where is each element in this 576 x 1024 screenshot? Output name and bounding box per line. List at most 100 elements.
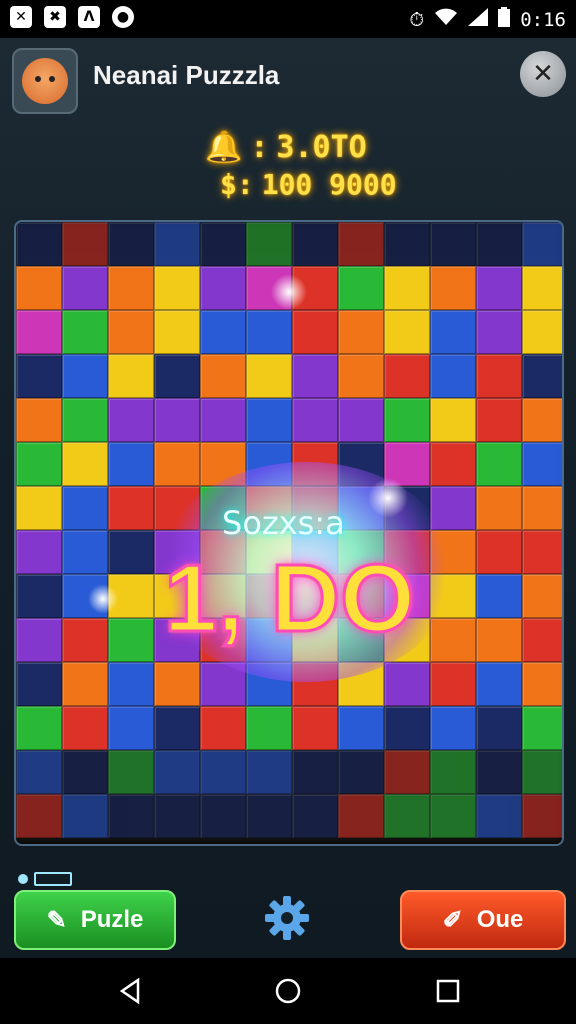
puzzle-piece[interactable] (476, 310, 522, 354)
puzzle-piece[interactable] (246, 794, 292, 838)
puzzle-piece[interactable] (62, 530, 108, 574)
recents-icon[interactable] (433, 976, 463, 1006)
puzzle-piece[interactable] (338, 354, 384, 398)
puzzle-piece[interactable] (62, 618, 108, 662)
puzzle-piece[interactable] (292, 354, 338, 398)
home-icon[interactable] (273, 976, 303, 1006)
close-button[interactable]: ✕ (520, 51, 566, 97)
puzzle-piece[interactable] (246, 310, 292, 354)
puzzle-piece[interactable] (384, 794, 430, 838)
puzzle-piece[interactable] (62, 398, 108, 442)
puzzle-piece[interactable] (16, 486, 62, 530)
puzzle-piece[interactable] (62, 750, 108, 794)
puzzle-piece[interactable] (154, 354, 200, 398)
puzzle-piece[interactable] (16, 530, 62, 574)
puzzle-piece[interactable] (62, 266, 108, 310)
puzzle-piece[interactable] (16, 222, 62, 266)
puzzle-piece[interactable] (430, 354, 476, 398)
puzzle-piece[interactable] (292, 222, 338, 266)
puzzle-piece[interactable] (16, 618, 62, 662)
puzzle-piece[interactable] (246, 354, 292, 398)
puzzle-piece[interactable] (108, 310, 154, 354)
puzzle-piece[interactable] (522, 354, 562, 398)
puzzle-piece[interactable] (62, 222, 108, 266)
puzzle-piece[interactable] (16, 266, 62, 310)
puzzle-piece[interactable] (476, 398, 522, 442)
puzzle-piece[interactable] (16, 310, 62, 354)
puzzle-piece[interactable] (154, 794, 200, 838)
puzzle-piece[interactable] (522, 398, 562, 442)
puzzle-piece[interactable] (430, 398, 476, 442)
puzzle-piece[interactable] (522, 794, 562, 838)
puzzle-piece[interactable] (200, 266, 246, 310)
puzzle-piece[interactable] (16, 442, 62, 486)
puzzle-piece[interactable] (476, 354, 522, 398)
puzzle-piece[interactable] (62, 486, 108, 530)
puzzle-piece[interactable] (338, 750, 384, 794)
puzzle-piece[interactable] (384, 662, 430, 706)
puzzle-piece[interactable] (338, 794, 384, 838)
puzzle-piece[interactable] (430, 662, 476, 706)
avatar[interactable] (12, 48, 78, 114)
puzzle-piece[interactable] (338, 398, 384, 442)
puzzle-piece[interactable] (200, 750, 246, 794)
puzzle-piece[interactable] (200, 354, 246, 398)
puzzle-piece[interactable] (384, 266, 430, 310)
puzzle-piece[interactable] (62, 662, 108, 706)
puzzle-piece[interactable] (522, 442, 562, 486)
puzzle-piece[interactable] (108, 530, 154, 574)
puzzle-piece[interactable] (522, 222, 562, 266)
puzzle-piece[interactable] (200, 794, 246, 838)
puzzle-piece[interactable] (384, 750, 430, 794)
puzzle-piece[interactable] (384, 706, 430, 750)
puzzle-piece[interactable] (246, 706, 292, 750)
puzzle-piece[interactable] (430, 266, 476, 310)
puzzle-piece[interactable] (476, 618, 522, 662)
puzzle-piece[interactable] (108, 794, 154, 838)
puzzle-piece[interactable] (246, 222, 292, 266)
puzzle-piece[interactable] (522, 750, 562, 794)
puzzle-piece[interactable] (430, 794, 476, 838)
puzzle-piece[interactable] (476, 794, 522, 838)
puzzle-piece[interactable] (154, 398, 200, 442)
puzzle-piece[interactable] (108, 662, 154, 706)
puzzle-piece[interactable] (16, 574, 62, 618)
puzzle-button[interactable]: ✎ Puzle (14, 890, 176, 950)
puzzle-piece[interactable] (154, 310, 200, 354)
puzzle-piece[interactable] (16, 750, 62, 794)
puzzle-piece[interactable] (62, 310, 108, 354)
puzzle-piece[interactable] (16, 706, 62, 750)
puzzle-piece[interactable] (476, 662, 522, 706)
puzzle-piece[interactable] (16, 398, 62, 442)
puzzle-piece[interactable] (108, 222, 154, 266)
puzzle-piece[interactable] (476, 486, 522, 530)
puzzle-piece[interactable] (338, 222, 384, 266)
puzzle-piece[interactable] (154, 266, 200, 310)
puzzle-piece[interactable] (16, 354, 62, 398)
puzzle-piece[interactable] (16, 662, 62, 706)
puzzle-piece[interactable] (200, 706, 246, 750)
puzzle-piece[interactable] (522, 486, 562, 530)
puzzle-piece[interactable] (200, 398, 246, 442)
puzzle-piece[interactable] (154, 662, 200, 706)
puzzle-piece[interactable] (154, 442, 200, 486)
other-button[interactable]: ✐ Oue (400, 890, 566, 950)
puzzle-piece[interactable] (384, 354, 430, 398)
puzzle-piece[interactable] (476, 222, 522, 266)
puzzle-piece[interactable] (384, 222, 430, 266)
puzzle-piece[interactable] (430, 706, 476, 750)
puzzle-piece[interactable] (476, 442, 522, 486)
puzzle-piece[interactable] (338, 706, 384, 750)
puzzle-piece[interactable] (430, 222, 476, 266)
puzzle-piece[interactable] (384, 398, 430, 442)
puzzle-piece[interactable] (292, 706, 338, 750)
puzzle-piece[interactable] (338, 310, 384, 354)
puzzle-piece[interactable] (16, 794, 62, 838)
puzzle-board[interactable]: Sozxs:a 1, DO (14, 220, 564, 846)
puzzle-piece[interactable] (108, 706, 154, 750)
puzzle-piece[interactable] (108, 486, 154, 530)
puzzle-piece[interactable] (522, 574, 562, 618)
puzzle-piece[interactable] (62, 442, 108, 486)
puzzle-piece[interactable] (108, 618, 154, 662)
puzzle-piece[interactable] (62, 706, 108, 750)
